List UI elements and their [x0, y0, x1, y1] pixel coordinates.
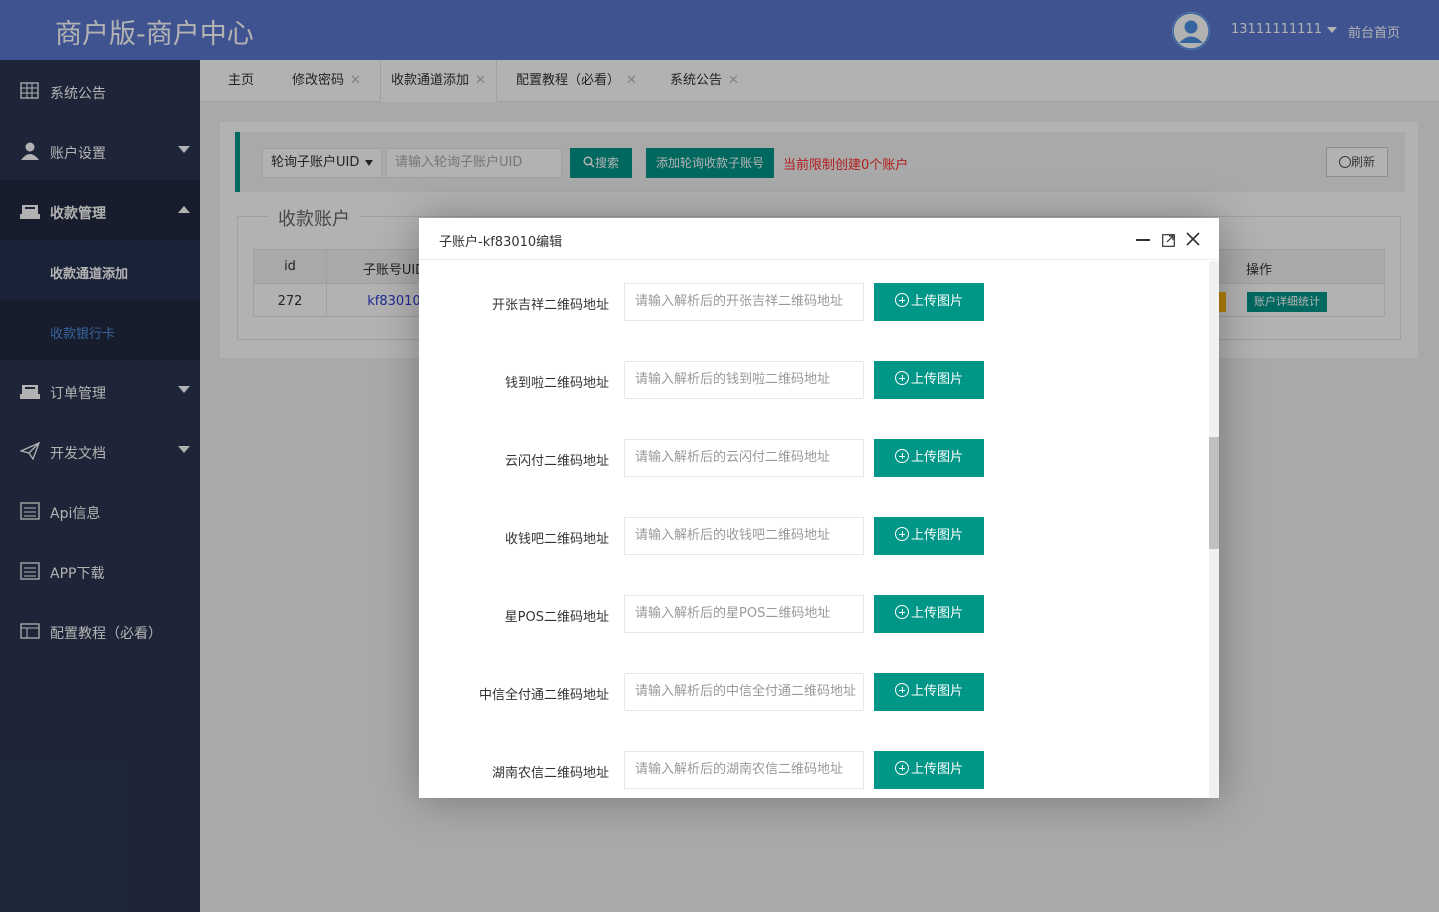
form-row-ysf: 云闪付二维码地址 请输入解析后的云闪付二维码地址 上传图片	[419, 439, 1209, 479]
form-row-qdl: 钱到啦二维码地址 请输入解析后的钱到啦二维码地址 上传图片	[419, 361, 1209, 401]
upload-label: 上传图片	[910, 684, 963, 699]
field-label: 云闪付二维码地址	[504, 454, 609, 469]
upload-image-button[interactable]: 上传图片	[874, 361, 984, 399]
plus-circle-icon	[894, 293, 909, 307]
form-row-hnnx: 湖南农信二维码地址 请输入解析后的湖南农信二维码地址 上传图片	[419, 751, 1209, 791]
plus-circle-icon	[894, 605, 909, 619]
qr-url-input[interactable]: 请输入解析后的云闪付二维码地址	[624, 439, 864, 477]
dialog-header: 子账户-kf83010编辑	[419, 218, 1219, 260]
form-row-sqb: 收钱吧二维码地址 请输入解析后的收钱吧二维码地址 上传图片	[419, 517, 1209, 557]
qr-url-input[interactable]: 请输入解析后的湖南农信二维码地址	[624, 751, 864, 789]
field-label: 收钱吧二维码地址	[504, 532, 609, 547]
qr-url-input[interactable]: 请输入解析后的收钱吧二维码地址	[624, 517, 864, 555]
field-label: 开张吉祥二维码地址	[491, 298, 609, 313]
upload-image-button[interactable]: 上传图片	[874, 283, 984, 321]
upload-image-button[interactable]: 上传图片	[874, 595, 984, 633]
field-label: 星POS二维码地址	[504, 610, 609, 625]
upload-label: 上传图片	[910, 762, 963, 777]
qr-url-input[interactable]: 请输入解析后的中信全付通二维码地址	[624, 673, 864, 711]
plus-circle-icon	[894, 761, 909, 775]
upload-image-button[interactable]: 上传图片	[874, 439, 984, 477]
dialog-title: 子账户-kf83010编辑	[439, 235, 563, 250]
plus-circle-icon	[894, 527, 909, 541]
field-label: 湖南农信二维码地址	[491, 766, 609, 781]
scrollbar-thumb[interactable]	[1209, 437, 1219, 549]
edit-subaccount-dialog: 子账户-kf83010编辑 开张吉祥二维码地址 请输入解析后的开张吉祥二维码地址…	[419, 218, 1219, 798]
upload-label: 上传图片	[910, 450, 963, 465]
qr-url-input[interactable]: 请输入解析后的钱到啦二维码地址	[624, 361, 864, 399]
upload-image-button[interactable]: 上传图片	[874, 673, 984, 711]
upload-label: 上传图片	[910, 606, 963, 621]
maximize-icon[interactable]	[1162, 234, 1175, 247]
close-icon[interactable]	[1186, 232, 1200, 246]
dialog-body: 开张吉祥二维码地址 请输入解析后的开张吉祥二维码地址 上传图片 钱到啦二维码地址…	[419, 261, 1209, 798]
minimize-icon[interactable]	[1136, 239, 1150, 241]
upload-label: 上传图片	[910, 294, 963, 309]
form-row-zxqft: 中信全付通二维码地址 请输入解析后的中信全付通二维码地址 上传图片	[419, 673, 1209, 713]
form-row-kzjx: 开张吉祥二维码地址 请输入解析后的开张吉祥二维码地址 上传图片	[419, 283, 1209, 323]
upload-image-button[interactable]: 上传图片	[874, 751, 984, 789]
plus-circle-icon	[894, 371, 909, 385]
upload-image-button[interactable]: 上传图片	[874, 517, 984, 555]
qr-url-input[interactable]: 请输入解析后的开张吉祥二维码地址	[624, 283, 864, 321]
field-label: 钱到啦二维码地址	[504, 376, 609, 391]
dialog-scrollbar[interactable]	[1209, 261, 1219, 798]
plus-circle-icon	[894, 449, 909, 463]
field-label: 中信全付通二维码地址	[478, 688, 609, 703]
upload-label: 上传图片	[910, 528, 963, 543]
form-row-xpos: 星POS二维码地址 请输入解析后的星POS二维码地址 上传图片	[419, 595, 1209, 635]
qr-url-input[interactable]: 请输入解析后的星POS二维码地址	[624, 595, 864, 633]
upload-label: 上传图片	[910, 372, 963, 387]
plus-circle-icon	[894, 683, 909, 697]
